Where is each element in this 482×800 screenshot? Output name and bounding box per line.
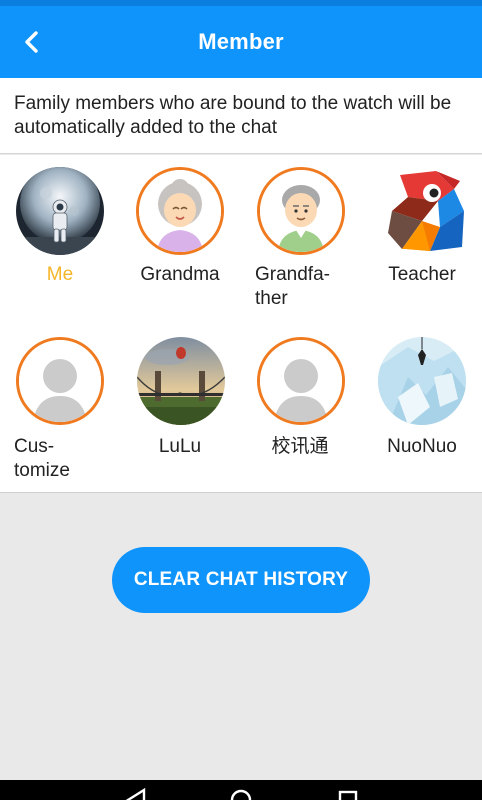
avatar-astronaut (16, 167, 104, 255)
member-school-notice[interactable]: 校讯通 (240, 323, 360, 493)
member-name: Teacher (388, 264, 456, 285)
avatar-teacher-bird (378, 167, 466, 255)
app-bar: Member (0, 6, 482, 78)
avatar-grandfather (257, 167, 345, 255)
member-name: LuLu (158, 436, 202, 457)
member-grandma[interactable]: Grandma (120, 155, 240, 315)
member-nuonuo[interactable]: NuoNuo (362, 323, 482, 493)
member-grandfather[interactable]: Grandfa-ther (240, 155, 360, 315)
home-circle-icon[interactable] (229, 788, 253, 800)
member-name: NuoNuo (387, 436, 457, 457)
system-nav-bar (0, 780, 482, 800)
back-triangle-icon[interactable] (124, 788, 148, 800)
member-lulu[interactable]: LuLu (120, 323, 240, 493)
member-me[interactable]: Me (0, 155, 120, 315)
page-title: Member (198, 29, 284, 54)
avatar-grandma (136, 167, 224, 255)
member-customize[interactable]: Cus-tomize (0, 323, 120, 493)
avatar-bridge-photo (137, 337, 225, 425)
avatar-ice-climber (378, 337, 466, 425)
avatar-placeholder (257, 337, 345, 425)
info-text: Family members who are bound to the watc… (0, 78, 482, 154)
recents-square-icon[interactable] (337, 789, 359, 800)
member-name: Grandfa-ther (255, 264, 330, 309)
member-teacher[interactable]: Teacher (362, 155, 482, 315)
member-name: 校讯通 (271, 436, 329, 457)
clear-chat-history-button[interactable]: CLEAR CHAT HISTORY (112, 547, 370, 613)
avatar-placeholder (16, 337, 104, 425)
member-grid: Me Grandma Grandfa- ther Teacher Cus- to… (0, 155, 482, 493)
member-name: Me (46, 264, 74, 285)
member-name: Grandma (140, 264, 220, 285)
member-name: Cus-tomize (14, 436, 70, 481)
